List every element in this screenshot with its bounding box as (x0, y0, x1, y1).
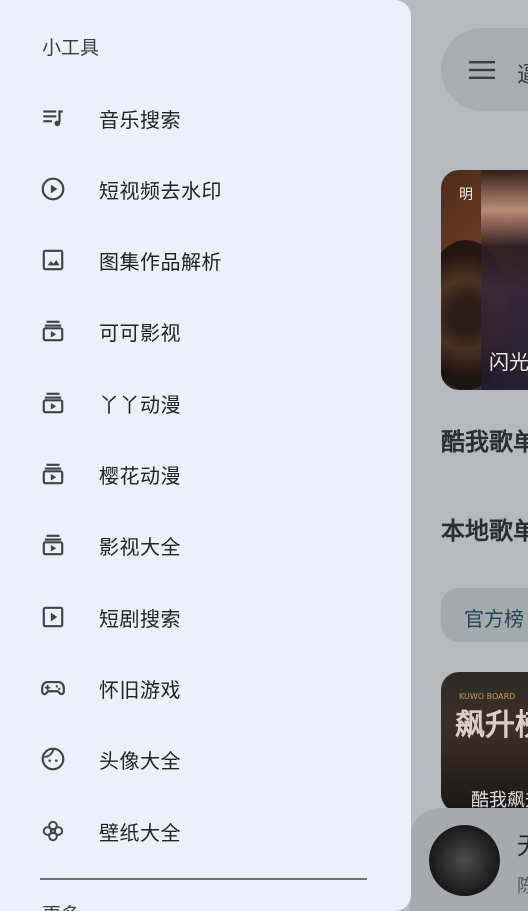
drawer-item-yaya-anime[interactable]: 丫丫动漫 (14, 375, 396, 431)
drawer-item-keke-video[interactable]: 可可影视 (14, 303, 396, 359)
drawer-item-short-drama-search[interactable]: 短剧搜索 (14, 589, 396, 645)
drawer-item-video-collection[interactable]: 影视大全 (14, 517, 396, 573)
drawer-item-label: 可可影视 (99, 321, 181, 345)
drawer-item-label: 短视频去水印 (99, 179, 222, 203)
drawer-item-label: 图集作品解析 (99, 250, 222, 274)
section-title-local-playlists: 本地歌单 (441, 517, 528, 545)
video-library-icon (40, 318, 66, 344)
drawer-item-music-search[interactable]: 音乐搜索 (14, 90, 396, 146)
video-library-icon (40, 532, 66, 558)
mini-player-title: 无 (517, 826, 528, 861)
video-library-icon (40, 461, 66, 487)
chip-official-charts-label: 官方榜 (464, 607, 524, 631)
drawer-item-label: 壁纸大全 (99, 821, 181, 845)
drawer-item-watermark-remover[interactable]: 短视频去水印 (14, 161, 396, 217)
video-library-icon (40, 390, 66, 416)
drawer-item-label: 短剧搜索 (99, 607, 181, 631)
drawer-item-label: 音乐搜索 (99, 108, 181, 132)
mini-player-cover[interactable] (429, 825, 500, 896)
drawer-item-gallery-parser[interactable]: 图集作品解析 (14, 232, 396, 288)
drawer-item-label: 影视大全 (99, 535, 181, 559)
chart-card-title: 飙升榜 (455, 708, 528, 743)
play-circle-icon (40, 176, 66, 202)
mini-player-subtitle: 陈 (517, 876, 528, 897)
drawer-item-retro-games[interactable]: 怀旧游戏 (14, 660, 396, 716)
search-placeholder: 逼 (517, 57, 528, 89)
drawer-item-wallpaper-collection[interactable]: 壁纸大全 (14, 803, 396, 859)
music-queue-icon (40, 105, 66, 131)
banner-card-caption: 闪光 (489, 350, 528, 374)
drawer-item-avatar-collection[interactable]: 头像大全 (14, 731, 396, 787)
section-title-kuwo-playlists: 酷我歌单 (441, 428, 528, 456)
drawer-section-title: 小工具 (42, 37, 100, 59)
navigation-drawer: 小工具 音乐搜索 短视频去水印 图集作品解析 可可影视 丫丫动漫 樱花动漫 影视… (0, 0, 411, 911)
play-square-icon (40, 604, 66, 630)
flower-icon (40, 818, 66, 844)
drawer-item-label: 头像大全 (99, 749, 181, 773)
drawer-divider (40, 878, 367, 880)
gamepad-icon (40, 675, 66, 701)
drawer-item-label: 樱花动漫 (99, 464, 181, 488)
face-icon (40, 746, 66, 772)
drawer-item-label: 怀旧游戏 (99, 678, 181, 702)
banner-card-label: 明 (459, 187, 473, 203)
drawer-item-sakura-anime[interactable]: 樱花动漫 (14, 446, 396, 502)
image-icon (40, 247, 66, 273)
drawer-section-more: 更多 (42, 900, 80, 911)
menu-icon[interactable] (468, 58, 496, 82)
drawer-item-label: 丫丫动漫 (99, 393, 181, 417)
